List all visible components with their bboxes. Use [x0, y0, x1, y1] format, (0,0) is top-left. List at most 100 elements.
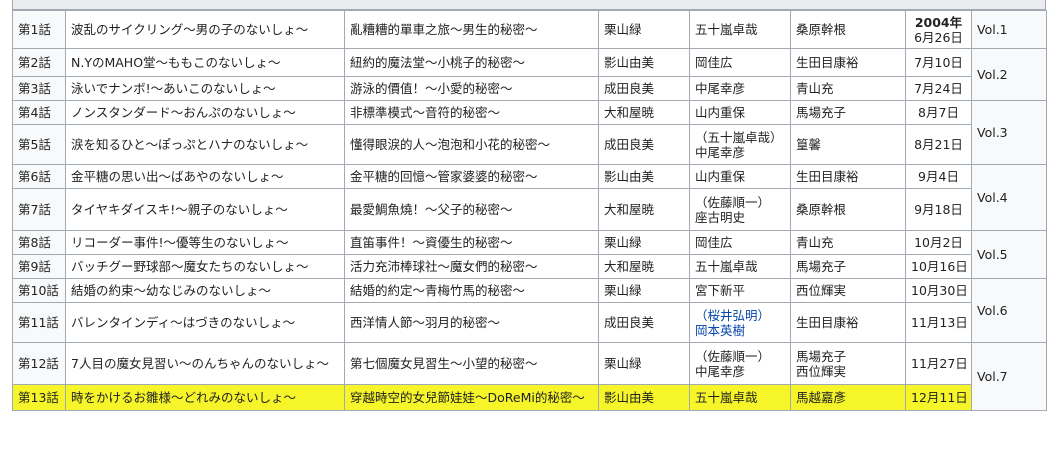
volume-cell: Vol.4 [971, 164, 1047, 231]
storyboard-cell-line: 岡佳広 [695, 235, 733, 250]
director-cell-line: 生田目康裕 [796, 315, 859, 330]
episode-number-cell: 第8話 [12, 230, 66, 255]
airdate-cell: 8月21日 [905, 124, 972, 165]
director-cell: 青山充 [790, 230, 906, 255]
japanese-title-cell: リコーダー事件!～優等生のないしょ～ [65, 230, 345, 255]
airdate-cell: 8月7日 [905, 100, 972, 125]
director-cell-line: 青山充 [796, 81, 834, 96]
airdate-cell: 12月11日 [905, 384, 972, 411]
volume-cell: Vol.5 [971, 230, 1047, 279]
storyboard-cell-line: （佐藤順一） [695, 194, 771, 210]
table-row: 第9話 バッチグー野球部～魔女たちのないしょ～ 活力充沛棒球社～魔女們的秘密～ 大和屋… [12, 254, 1047, 279]
director-cell: 生田目康裕 [790, 302, 906, 343]
chinese-title-cell: 游泳的價值！～小愛的秘密～ [344, 76, 599, 101]
table-row: 第5話 涙を知るひと～ぽっぷとハナのないしょ～ 懂得眼淚的人～泡泡和小花的秘密～ 成田… [12, 124, 1047, 165]
storyboard-cell-line: 座古明史 [695, 209, 746, 225]
episode-number-cell: 第1話 [12, 10, 66, 49]
airdate-cell: 9月18日 [905, 188, 972, 231]
volume-cell: Vol.6 [971, 278, 1047, 343]
episode-table: 第1話 波乱のサイクリング～男の子のないしょ～ 亂糟糟的單車之旅～男生的秘密～ 栗山緑… [12, 10, 1047, 411]
volume-cell: Vol.2 [971, 48, 1047, 101]
storyboard-cell: 五十嵐卓哉 [689, 384, 791, 411]
table-row: 第12話 7人目の魔女見習い～のんちゃんのないしょ～ 第七個魔女見習生～小望的秘密～… [12, 342, 1047, 411]
chinese-title-cell: 穿越時空的女兒節娃娃～DoReMi的秘密～ [344, 384, 599, 411]
episode-number-cell: 第7話 [12, 188, 66, 231]
writer-cell: 成田良美 [598, 76, 690, 101]
episode-number-cell: 第12話 [12, 342, 66, 385]
episode-number-cell: 第3話 [12, 76, 66, 101]
table-row: 第3話 泳いでナンボ!～あいこのないしょ～ 游泳的價值！～小愛的秘密～ 成田良美 中尾幸… [12, 76, 1047, 101]
chinese-title-cell: 亂糟糟的單車之旅～男生的秘密～ [344, 10, 599, 49]
writer-cell: 大和屋暁 [598, 188, 690, 231]
writer-cell: 影山由美 [598, 48, 690, 77]
director-cell-line: 篁馨 [796, 137, 822, 152]
airdate-day: 9月18日 [914, 202, 963, 217]
table-row: 第10話 結婚の約束～幼なじみのないしょ～ 結婚的約定～青梅竹馬的秘密～ 栗山緑 宮下新… [12, 278, 1047, 343]
chinese-title-cell: 活力充沛棒球社～魔女們的秘密～ [344, 254, 599, 279]
airdate-cell: 7月10日 [905, 48, 972, 77]
airdate-cell: 11月13日 [905, 302, 972, 343]
storyboard-cell: 山内重保 [689, 100, 791, 125]
chinese-title-cell: 金平糖的回憶～管家婆婆的秘密～ [344, 164, 599, 189]
airdate-day: 7月10日 [914, 55, 963, 70]
table-row: 第7話 タイヤキダイスキ!～親子のないしょ～ 最愛鯛魚燒！～父子的秘密～ 大和屋暁 （佐… [12, 188, 1047, 231]
japanese-title-cell: バレンタインディ～はづきのないしょ～ [65, 302, 345, 343]
japanese-title-cell: 金平糖の思い出～ばあやのないしょ～ [65, 164, 345, 189]
writer-cell: 大和屋暁 [598, 100, 690, 125]
airdate-day: 10月30日 [911, 283, 968, 298]
episode-number-cell: 第10話 [12, 278, 66, 303]
airdate-day: 10月2日 [914, 235, 963, 250]
airdate-day: 11月13日 [911, 315, 968, 330]
episode-number-cell: 第13話 [12, 384, 66, 411]
chinese-title-cell: 直笛事件！～資優生的秘密～ [344, 230, 599, 255]
storyboard-cell: 五十嵐卓哉 [689, 10, 791, 49]
storyboard-cell-line: 宮下新平 [695, 283, 746, 298]
chinese-title-cell: 第七個魔女見習生～小望的秘密～ [344, 342, 599, 385]
director-cell: 生田目康裕 [790, 48, 906, 77]
airdate-cell: 10月16日 [905, 254, 972, 279]
airdate-day: 9月4日 [918, 169, 959, 184]
episode-number-cell: 第2話 [12, 48, 66, 77]
director-cell-line: 西位輝実 [796, 283, 847, 298]
japanese-title-cell: 涙を知るひと～ぽっぷとハナのないしょ～ [65, 124, 345, 165]
storyboard-cell-line: 中尾幸彦 [695, 81, 746, 96]
storyboard-cell-line: 山内重保 [695, 169, 746, 184]
storyboard-cell-line[interactable]: 岡本英樹 [695, 323, 785, 338]
director-cell: 馬場充子 [790, 100, 906, 125]
storyboard-cell-line[interactable]: （桜井弘明） [695, 308, 785, 323]
airdate-day: 8月21日 [914, 137, 963, 152]
director-cell-line: 生田目康裕 [796, 169, 859, 184]
writer-cell: 影山由美 [598, 164, 690, 189]
writer-cell: 影山由美 [598, 384, 690, 411]
table-row: 第11話 バレンタインディ～はづきのないしょ～ 西洋情人節～羽月的秘密～ 成田良美 （桜… [12, 302, 1047, 343]
airdate-cell: 10月30日 [905, 278, 972, 303]
storyboard-cell: 宮下新平 [689, 278, 791, 303]
director-cell: 馬場充子 西位輝実 [790, 342, 906, 385]
volume-cell: Vol.1 [971, 10, 1047, 49]
storyboard-cell: 岡佳広 [689, 48, 791, 77]
director-cell-line: 桑原幹根 [796, 22, 847, 37]
japanese-title-cell: 7人目の魔女見習い～のんちゃんのないしょ～ [65, 342, 345, 385]
director-cell: 生田目康裕 [790, 164, 906, 189]
director-cell: 馬場充子 [790, 254, 906, 279]
director-cell: 篁馨 [790, 124, 906, 165]
volume-cell: Vol.7 [971, 342, 1047, 411]
storyboard-cell: 山内重保 [689, 164, 791, 189]
director-cell-line: 青山充 [796, 235, 834, 250]
director-cell-line: 馬越嘉彥 [796, 390, 847, 405]
japanese-title-cell: 時をかけるお雛様～どれみのないしょ～ [65, 384, 345, 411]
chinese-title-cell: 非標準模式～音符的秘密～ [344, 100, 599, 125]
table-header-strip [12, 0, 1046, 10]
episode-number-cell: 第9話 [12, 254, 66, 279]
airdate-cell: 11月27日 [905, 342, 972, 385]
writer-cell: 栗山緑 [598, 10, 690, 49]
writer-cell: 栗山緑 [598, 278, 690, 303]
airdate-day: 7月24日 [914, 81, 963, 96]
japanese-title-cell: バッチグー野球部～魔女たちのないしょ～ [65, 254, 345, 279]
storyboard-cell: 五十嵐卓哉 [689, 254, 791, 279]
airdate-cell: 2004年 6月26日 [905, 10, 972, 49]
table-row: 第2話 N.YのMAHO堂～ももこのないしょ～ 紐約的魔法堂～小桃子的秘密～ 影山由美… [12, 48, 1047, 101]
storyboard-cell: 岡佳広 [689, 230, 791, 255]
storyboard-cell-line: 中尾幸彦 [695, 144, 746, 160]
director-cell: 青山充 [790, 76, 906, 101]
